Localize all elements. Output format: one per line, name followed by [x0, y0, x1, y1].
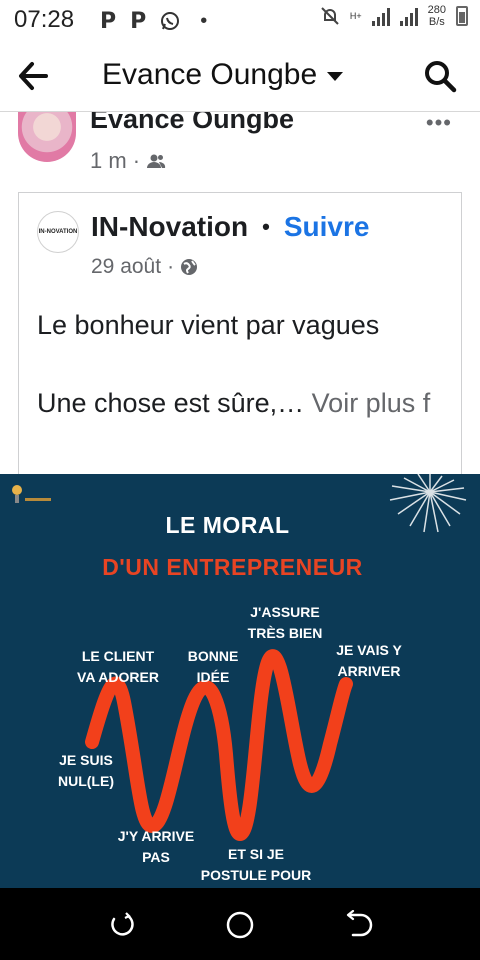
back-arrow-icon[interactable] [16, 58, 56, 94]
search-icon[interactable] [422, 58, 458, 94]
globe-icon [181, 259, 198, 275]
label-idee: BONNE IDÉE [187, 648, 239, 685]
recents-button[interactable] [106, 910, 136, 940]
label-assure: J'ASSURE TRÈS BIEN [247, 604, 323, 641]
p-notification-icon: 𝗣 [100, 8, 117, 33]
app-header: Evance Oungbe [0, 40, 480, 112]
follow-button[interactable]: Suivre [284, 211, 370, 243]
post-time[interactable]: 1 m [90, 148, 127, 174]
speed-unit: B/s [428, 16, 445, 28]
shared-post-date[interactable]: 29 août [91, 255, 161, 279]
signal-icon-2 [399, 6, 418, 26]
p-notification-icon: 𝗣 [130, 8, 147, 33]
post-text-line: Une chose est sûre,… Voir plus f [37, 383, 447, 423]
status-time: 07:28 [14, 6, 75, 33]
post-text-line2: Une chose est sûre,… [37, 388, 305, 418]
mute-icon [321, 7, 339, 25]
whatsapp-icon [161, 12, 180, 30]
post-author-row: Evance Oungbe 1 m · ••• [0, 112, 480, 190]
separator-dot: • [262, 214, 270, 239]
signal-icon [371, 6, 390, 26]
label-client: LE CLIENT VA ADORER [77, 648, 159, 685]
post-text: Le bonheur vient par vagues Une chose es… [37, 305, 447, 423]
label-vais: JE VAIS Y ARRIVER [336, 642, 402, 679]
page-logo[interactable]: IN-NOVATION [37, 211, 79, 253]
shared-post-meta: 29 août · [91, 255, 198, 279]
network-type: H+ [349, 11, 362, 21]
meta-separator: · [167, 255, 175, 278]
status-bar: 07:28 𝗣 𝗣 • H+ 280 B/s [0, 0, 480, 40]
system-nav-bar [0, 888, 480, 960]
shared-page-header: IN-Novation • Suivre [91, 211, 369, 243]
system-icons: H+ 280 B/s [320, 4, 468, 28]
post-text-line: Le bonheur vient par vagues [37, 310, 380, 340]
label-postule: ET SI JE POSTULE POUR [200, 846, 312, 883]
more-options-button[interactable]: ••• [426, 112, 452, 136]
back-button[interactable] [345, 910, 375, 940]
friends-icon [147, 154, 166, 168]
meta-separator: · [132, 148, 141, 173]
home-button[interactable] [225, 910, 255, 940]
notification-icons: 𝗣 𝗣 • [100, 8, 207, 34]
speed-value: 280 [427, 4, 446, 16]
see-more-link[interactable]: Voir plus f [312, 388, 431, 418]
shared-post-card[interactable]: IN-NOVATION IN-Novation • Suivre 29 août… [18, 192, 462, 482]
network-speed: 280 B/s [428, 4, 446, 28]
label-arrive-pas: J'Y ARRIVE PAS [117, 828, 195, 865]
page-name[interactable]: IN-Novation [91, 211, 248, 243]
author-name[interactable]: Evance Oungbe [90, 112, 294, 135]
label-nul: JE SUIS NUL(LE) [58, 752, 114, 789]
avatar[interactable] [18, 112, 76, 162]
battery-icon [456, 6, 468, 26]
post-image[interactable]: LE MORAL D'UN ENTREPRENEUR LE CLIENT VA … [0, 474, 480, 888]
post-meta: 1 m · [90, 148, 166, 174]
chevron-down-icon [327, 72, 344, 81]
profile-title-dropdown[interactable]: Evance Oungbe [102, 58, 344, 92]
page-title: Evance Oungbe [102, 58, 318, 91]
dot-icon: • [200, 9, 208, 32]
